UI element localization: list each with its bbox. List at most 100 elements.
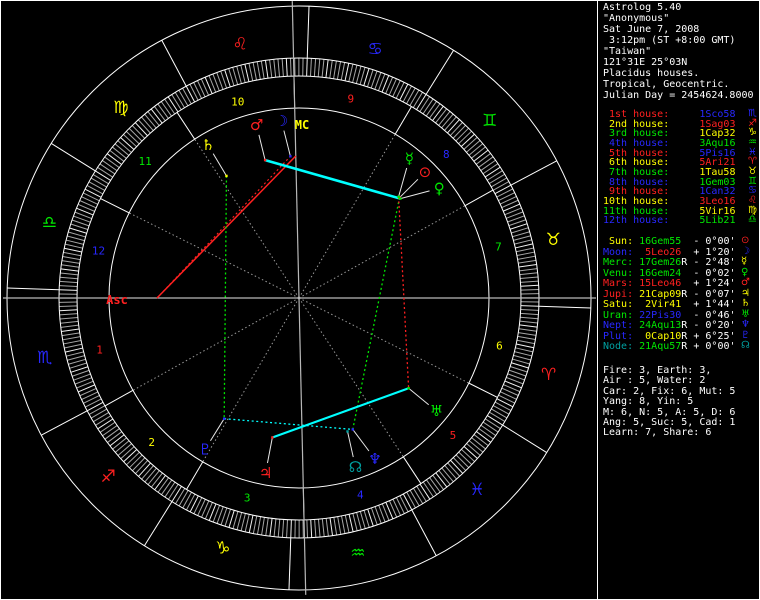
panel-title-line: "Taiwan" [603, 47, 651, 57]
degree-tick [356, 512, 362, 530]
degree-tick [128, 128, 143, 142]
planet-position-row: Jupi: 21Cap09R - 0°07' ♃ [603, 288, 750, 300]
degree-tick [426, 479, 438, 495]
sign-boundary-line [425, 50, 455, 95]
degree-tick [395, 82, 405, 99]
degree-tick [62, 255, 81, 261]
panel-title-line: Sat June 7, 2008 [603, 25, 699, 35]
house-number: 1 [96, 344, 103, 357]
degree-tick [484, 418, 501, 430]
title-text: Julian Day = 2454624.8000 [603, 90, 754, 101]
title-text: "Taiwan" [603, 46, 652, 57]
zodiac-sign-glyph: ♒ [350, 543, 365, 563]
degree-tick [185, 85, 196, 103]
degree-tick [252, 515, 258, 534]
panel-separator [597, 0, 598, 600]
degree-tick [325, 59, 329, 78]
degree-tick [286, 519, 289, 538]
degree-tick [147, 111, 160, 126]
degree-tick [189, 83, 199, 101]
degree-tick [520, 276, 539, 280]
degree-tick [248, 63, 254, 81]
degree-tick [516, 343, 534, 349]
tally-text: Ang: 5, Suc: 5, Cad: 1 [603, 417, 736, 428]
degree-tick [447, 462, 461, 477]
planet-icon: ♃ [741, 287, 750, 299]
planet-pointer-line [266, 437, 273, 464]
degree-tick [463, 446, 478, 459]
degree-tick [61, 332, 80, 337]
planet-glyph-saturn: ♄ [201, 136, 214, 154]
planet-icon: ♆ [741, 319, 750, 330]
house-cusp-segment [464, 189, 494, 207]
title-text: Placidus houses. [603, 68, 700, 79]
degree-tick [59, 316, 78, 320]
house-cusp-value: 5Lib21 [699, 215, 736, 227]
degree-tick [178, 490, 189, 507]
degree-tick [317, 58, 321, 77]
degree-tick [441, 113, 454, 129]
degree-tick [112, 437, 127, 450]
element-tally-line: Learn: 7, Share: 6 [603, 428, 711, 438]
planet-velocity-value: - 2°48' [693, 257, 736, 268]
degree-tick [88, 405, 106, 415]
degree-tick [438, 470, 451, 485]
degree-tick [478, 156, 494, 168]
degree-tick [466, 140, 481, 153]
degree-tick [63, 251, 82, 257]
degree-tick [117, 443, 132, 456]
degree-tick [64, 343, 82, 349]
degree-tick [164, 481, 176, 498]
planet-position-dot [346, 430, 349, 433]
degree-tick [95, 415, 112, 426]
degree-tick [265, 517, 269, 536]
sign-boundary-line [306, 6, 310, 59]
panel-title-line: Julian Day = 2454624.8000 [603, 91, 754, 101]
degree-tick [428, 103, 441, 119]
planet-longitude-value: 15Leo46 [639, 278, 682, 289]
degree-tick [514, 351, 533, 357]
degree-tick [252, 62, 258, 81]
degree-tick [489, 411, 506, 422]
aspect-line-trine [223, 175, 228, 419]
aspect-line-square [397, 196, 410, 389]
asc-label: Asc [106, 293, 128, 307]
house-cusp-spoke [298, 297, 404, 458]
planet-longitude-value: 2Vir41 [639, 299, 682, 310]
degree-tick [135, 460, 149, 474]
degree-tick [171, 94, 182, 111]
degree-tick [269, 59, 273, 78]
degree-tick [62, 336, 81, 341]
degree-tick [480, 159, 496, 171]
planet-label: Merc: [603, 257, 634, 268]
degree-tick [519, 272, 538, 276]
sign-boundary-line [502, 424, 547, 454]
degree-tick [178, 89, 189, 107]
degree-tick [402, 493, 413, 511]
degree-tick [240, 513, 246, 532]
degree-tick [480, 424, 496, 436]
house-cusp-row: 12th house: 5Lib21 ♎ [603, 215, 757, 227]
degree-tick [402, 85, 412, 103]
chart-info-panel: Astrolog 5.40 "Anonymous" Sat June 7, 2008… [603, 0, 758, 600]
degree-tick [388, 500, 398, 518]
degree-tick [468, 143, 484, 156]
degree-tick [518, 328, 537, 332]
planet-pointer-line [347, 431, 354, 458]
house-cusp-spoke [298, 297, 470, 384]
house-number: 8 [443, 148, 450, 161]
degree-tick [161, 479, 173, 495]
degree-tick [471, 146, 486, 159]
degree-tick [248, 515, 254, 533]
panel-title-line: Tropical, Geocentric. [603, 80, 729, 90]
planet-position-dot [407, 387, 410, 390]
planet-glyph-uranus: ♅ [430, 402, 443, 420]
degree-tick [458, 130, 472, 145]
planet-position-dot [263, 158, 267, 162]
zodiac-sign-glyph: ♑ [215, 539, 230, 559]
degree-tick [67, 355, 85, 361]
degree-tick [99, 163, 116, 175]
degree-tick [517, 335, 536, 341]
house-cusp-spoke [132, 297, 300, 391]
degree-tick [59, 285, 78, 288]
